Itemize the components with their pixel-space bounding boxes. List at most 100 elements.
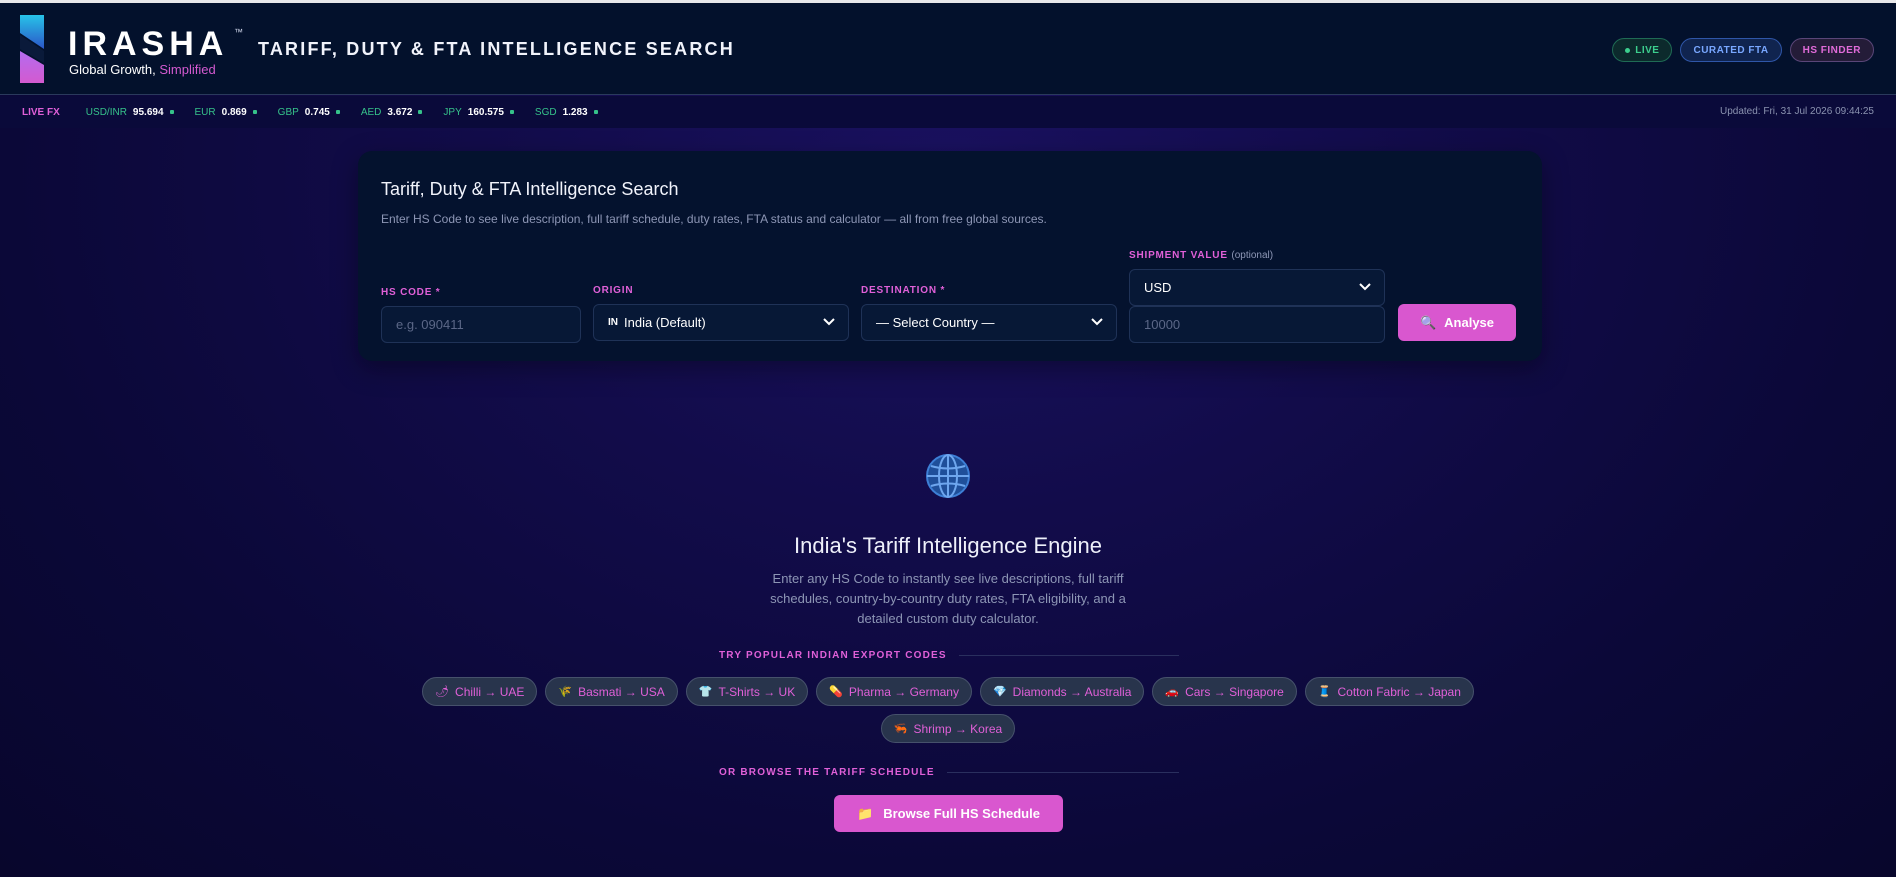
chip-label: Diamonds → Australia xyxy=(1012,684,1132,699)
optional-marker: (optional) xyxy=(1231,250,1274,261)
trademark-mark: ™ xyxy=(234,27,243,37)
header-badges: LIVE CURATED FTA HS FINDER xyxy=(1612,38,1874,62)
search-card: Tariff, Duty & FTA Intelligence Search E… xyxy=(358,151,1542,361)
analyse-button-label: Analyse xyxy=(1444,315,1495,330)
fx-label: LIVE FX xyxy=(22,106,60,118)
fx-value: 1.283 xyxy=(562,106,588,118)
fx-code: AED xyxy=(360,106,382,118)
tshirt-icon: 👕 xyxy=(698,686,713,698)
fx-code: EUR xyxy=(194,106,216,118)
fx-code: GBP xyxy=(277,106,299,118)
chip-label: Chilli → UAE xyxy=(455,684,525,699)
chip-label: Cars → Singapore xyxy=(1185,684,1284,699)
destination-select[interactable]: — Select Country — xyxy=(861,304,1117,341)
globe-icon xyxy=(926,454,970,498)
fx-updated-timestamp: Updated: Fri, 31 Jul 2026 09:44:25 xyxy=(1720,106,1874,117)
required-marker: * xyxy=(435,287,441,298)
search-card-subtitle: Enter HS Code to see live description, f… xyxy=(381,212,1047,226)
destination-label: DESTINATION * xyxy=(861,285,945,296)
popular-code-chip[interactable]: 💎 Diamonds → Australia xyxy=(979,677,1145,706)
browse-button-label: Browse Full HS Schedule xyxy=(883,806,1040,821)
hs-code-placeholder: e.g. 090411 xyxy=(396,317,464,332)
divider xyxy=(958,655,1179,656)
fx-code: JPY xyxy=(443,106,462,118)
chip-label: Basmati → USA xyxy=(578,684,665,699)
hs-finder-button[interactable]: HS FINDER xyxy=(1789,38,1874,62)
search-card-title: Tariff, Duty & FTA Intelligence Search xyxy=(381,179,679,199)
browse-hs-schedule-button[interactable]: 📁 Browse Full HS Schedule xyxy=(834,795,1063,832)
chip-label: Shrimp → Korea xyxy=(913,721,1003,736)
irasha-logo-icon xyxy=(20,15,44,83)
divider xyxy=(946,772,1179,773)
chevron-down-icon xyxy=(823,318,835,326)
curated-fta-button[interactable]: CURATED FTA xyxy=(1680,38,1782,62)
fx-status-dot-icon xyxy=(335,110,340,114)
chilli-icon: 🌶 xyxy=(435,686,450,698)
origin-label: ORIGIN xyxy=(593,285,634,296)
thread-icon: 🧵 xyxy=(1317,686,1332,698)
fx-status-dot-icon xyxy=(252,110,257,114)
diamond-icon: 💎 xyxy=(992,686,1007,698)
fx-rate-aed: AED 3.672 xyxy=(361,107,423,118)
fx-status-dot-icon xyxy=(169,110,174,114)
popular-code-chip[interactable]: 💊 Pharma → Germany xyxy=(816,677,972,706)
fx-value: 0.869 xyxy=(221,106,247,118)
hs-code-label: HS CODE * xyxy=(381,287,440,298)
empty-state-description: Enter any HS Code to instantly see live … xyxy=(770,571,1126,626)
fx-status-dot-icon xyxy=(509,110,514,114)
fx-rate-jpy: JPY 160.575 xyxy=(443,107,514,118)
destination-label-text: DESTINATION xyxy=(861,285,937,296)
chip-label: Pharma → Germany xyxy=(848,684,959,699)
popular-code-chip[interactable]: 🧵 Cotton Fabric → Japan xyxy=(1304,677,1474,706)
shipment-value-label-text: SHIPMENT VALUE xyxy=(1129,250,1228,261)
popular-code-chip[interactable]: 🚗 Cars → Singapore xyxy=(1152,677,1297,706)
currency-selected-value: USD xyxy=(1144,280,1172,295)
fx-rate-eur: EUR 0.869 xyxy=(195,107,257,118)
fx-value: 0.745 xyxy=(304,106,330,118)
tagline-accent: Simplified xyxy=(159,62,216,77)
page-title: TARIFF, DUTY & FTA INTELLIGENCE SEARCH xyxy=(258,39,735,59)
india-flag-icon: IN xyxy=(608,317,618,328)
popular-code-chip[interactable]: 🌶 Chilli → UAE xyxy=(422,677,538,706)
fx-rate-sgd: SGD 1.283 xyxy=(535,107,598,118)
analyse-button[interactable]: 🔍 Analyse xyxy=(1398,304,1516,341)
destination-selected-value: — Select Country — xyxy=(876,315,995,330)
currency-select[interactable]: USD xyxy=(1129,269,1385,306)
chip-label: T-Shirts → UK xyxy=(718,684,796,699)
live-badge[interactable]: LIVE xyxy=(1612,38,1673,62)
folder-icon: 📁 xyxy=(857,805,874,821)
fx-rate-gbp: GBP 0.745 xyxy=(278,107,340,118)
shipment-value-label: SHIPMENT VALUE (optional) xyxy=(1129,250,1273,261)
popular-codes-heading-text: TRY POPULAR INDIAN EXPORT CODES xyxy=(719,650,947,661)
fx-value: 160.575 xyxy=(467,106,504,118)
live-fx-bar: LIVE FX USD/INR 95.694 EUR 0.869 GBP 0.7… xyxy=(0,96,1896,128)
origin-select[interactable]: IN India (Default) xyxy=(593,304,849,341)
fx-code: SGD xyxy=(534,106,557,118)
chip-label: Cotton Fabric → Japan xyxy=(1337,684,1461,699)
popular-codes-heading: TRY POPULAR INDIAN EXPORT CODES xyxy=(719,650,1179,661)
fx-code: USD/INR xyxy=(85,106,127,118)
fx-value: 95.694 xyxy=(132,106,164,118)
popular-code-chip[interactable]: 🌾 Basmati → USA xyxy=(545,677,678,706)
brand-name[interactable]: IRASHA xyxy=(68,25,228,64)
fx-status-dot-icon xyxy=(593,110,598,114)
pill-icon: 💊 xyxy=(829,686,843,698)
hs-code-label-text: HS CODE xyxy=(381,287,433,298)
shipment-value-input[interactable]: 10000 xyxy=(1129,306,1385,343)
car-icon: 🚗 xyxy=(1165,686,1180,698)
rice-icon: 🌾 xyxy=(558,686,573,698)
fx-rate-usd-inr: USD/INR 95.694 xyxy=(86,107,174,118)
popular-code-chip[interactable]: 🦐 Shrimp → Korea xyxy=(880,714,1016,743)
required-marker: * xyxy=(940,285,946,296)
popular-codes-list: 🌶 Chilli → UAE 🌾 Basmati → USA 👕 T-Shirt… xyxy=(380,677,1516,743)
brand-tagline: Global Growth, Simplified xyxy=(69,62,216,77)
hs-code-input[interactable]: e.g. 090411 xyxy=(381,306,581,343)
popular-code-chip[interactable]: 👕 T-Shirts → UK xyxy=(685,677,809,706)
empty-state-title: India's Tariff Intelligence Engine xyxy=(794,533,1102,558)
browse-schedule-heading-text: OR BROWSE THE TARIFF SCHEDULE xyxy=(719,767,935,778)
live-dot-icon xyxy=(1625,47,1631,53)
chevron-down-icon xyxy=(1359,283,1371,291)
fx-status-dot-icon xyxy=(418,110,423,114)
site-header: IRASHA ™ Global Growth, Simplified TARIF… xyxy=(0,3,1896,95)
chevron-down-icon xyxy=(1091,318,1103,326)
